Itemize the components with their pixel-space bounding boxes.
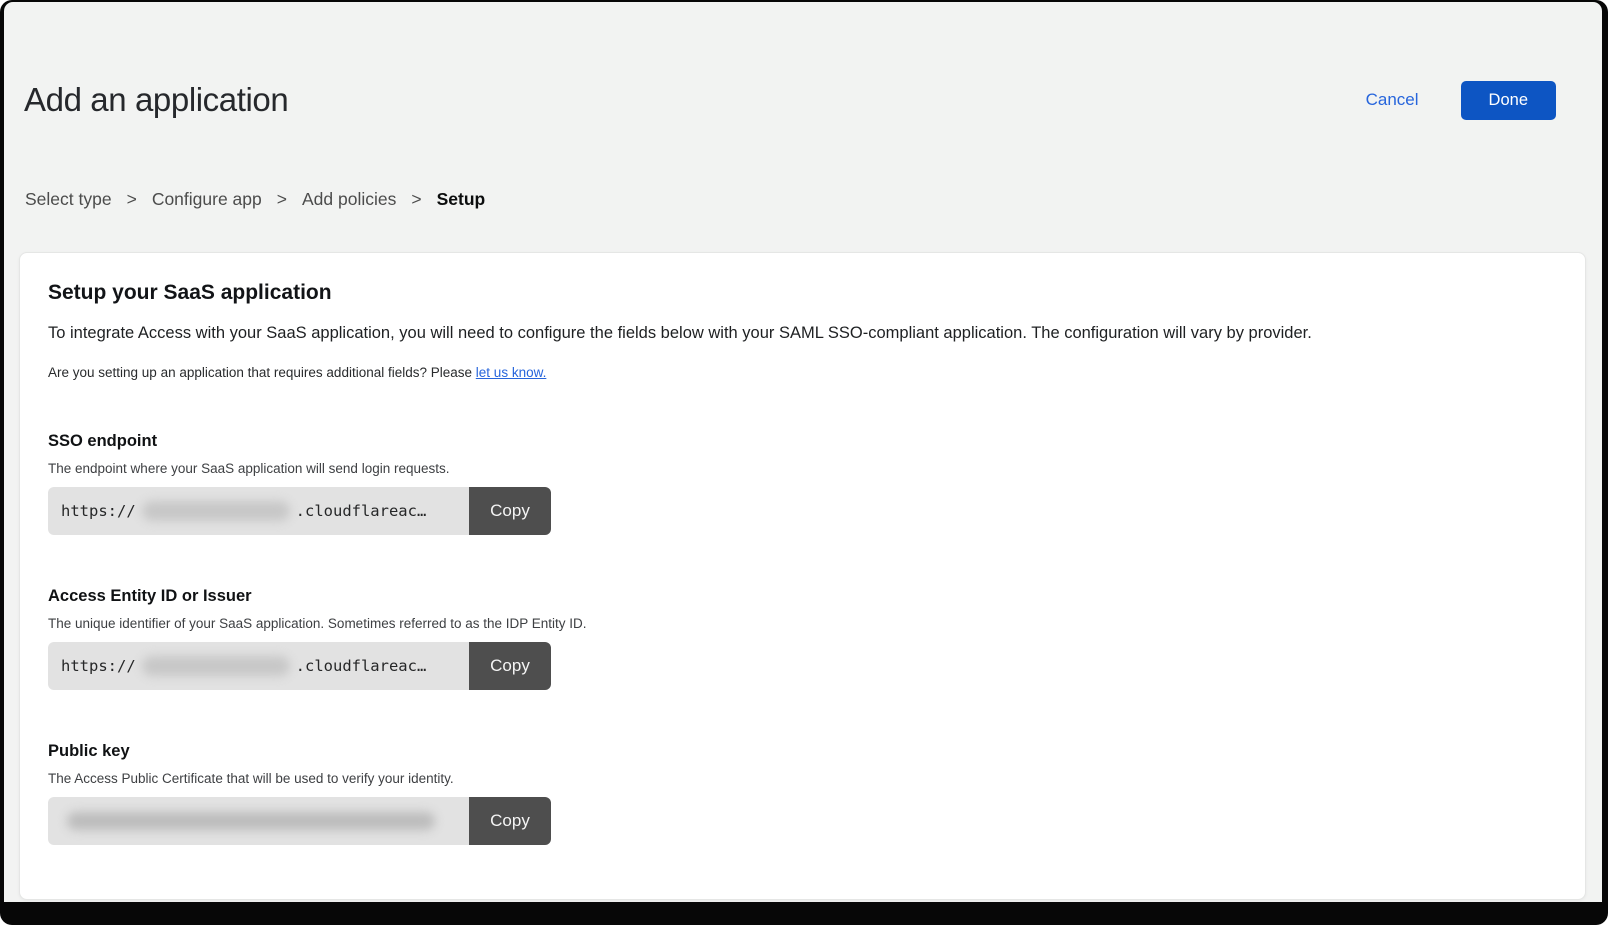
field-access-entity-id: Access Entity ID or Issuer The unique id… bbox=[48, 587, 1553, 690]
page-title: Add an application bbox=[24, 82, 288, 118]
done-button[interactable]: Done bbox=[1461, 81, 1556, 120]
additional-fields-text: Are you setting up an application that r… bbox=[48, 365, 472, 380]
public-key-copy-button[interactable]: Copy bbox=[469, 797, 551, 845]
breadcrumb-separator: > bbox=[411, 189, 421, 210]
sso-endpoint-copy-button[interactable]: Copy bbox=[469, 487, 551, 535]
public-key-label: Public key bbox=[48, 742, 1553, 761]
header-actions: Cancel Done bbox=[1366, 81, 1556, 120]
redacted-text-blur bbox=[142, 656, 290, 676]
value-suffix: .cloudflareac… bbox=[296, 657, 427, 675]
sso-endpoint-description: The endpoint where your SaaS application… bbox=[48, 461, 1553, 476]
card-heading: Setup your SaaS application bbox=[48, 281, 1553, 305]
public-key-value bbox=[48, 797, 469, 845]
page-background: Add an application Cancel Done Select ty… bbox=[4, 2, 1602, 902]
access-entity-id-label: Access Entity ID or Issuer bbox=[48, 587, 1553, 606]
field-sso-endpoint: SSO endpoint The endpoint where your Saa… bbox=[48, 432, 1553, 535]
value-suffix: .cloudflareac… bbox=[296, 502, 427, 520]
additional-fields-note: Are you setting up an application that r… bbox=[48, 365, 1553, 380]
value-prefix: https:// bbox=[61, 657, 136, 675]
let-us-know-link[interactable]: let us know. bbox=[476, 365, 547, 380]
public-key-description: The Access Public Certificate that will … bbox=[48, 771, 1553, 786]
access-entity-id-value: https:// .cloudflareac… bbox=[48, 642, 469, 690]
breadcrumb-step-setup-current: Setup bbox=[437, 189, 486, 210]
value-prefix: https:// bbox=[61, 502, 136, 520]
breadcrumb-separator: > bbox=[127, 189, 137, 210]
redacted-text-blur bbox=[67, 812, 435, 830]
screenshot-frame: Add an application Cancel Done Select ty… bbox=[0, 0, 1608, 925]
breadcrumb-separator: > bbox=[277, 189, 287, 210]
breadcrumb: Select type > Configure app > Add polici… bbox=[25, 189, 1602, 210]
public-key-value-row: Copy bbox=[48, 797, 551, 845]
breadcrumb-step-configure-app[interactable]: Configure app bbox=[152, 189, 262, 210]
redacted-text-blur bbox=[142, 501, 290, 521]
sso-endpoint-value: https:// .cloudflareac… bbox=[48, 487, 469, 535]
cancel-button[interactable]: Cancel bbox=[1366, 90, 1419, 110]
card-intro: To integrate Access with your SaaS appli… bbox=[48, 322, 1553, 344]
access-entity-id-value-row: https:// .cloudflareac… Copy bbox=[48, 642, 551, 690]
sso-endpoint-label: SSO endpoint bbox=[48, 432, 1553, 451]
page-header: Add an application Cancel Done bbox=[24, 60, 1556, 141]
sso-endpoint-value-row: https:// .cloudflareac… Copy bbox=[48, 487, 551, 535]
breadcrumb-step-select-type[interactable]: Select type bbox=[25, 189, 112, 210]
setup-card: Setup your SaaS application To integrate… bbox=[19, 252, 1586, 900]
field-public-key: Public key The Access Public Certificate… bbox=[48, 742, 1553, 845]
breadcrumb-step-add-policies[interactable]: Add policies bbox=[302, 189, 396, 210]
access-entity-id-description: The unique identifier of your SaaS appli… bbox=[48, 616, 1553, 631]
access-entity-id-copy-button[interactable]: Copy bbox=[469, 642, 551, 690]
